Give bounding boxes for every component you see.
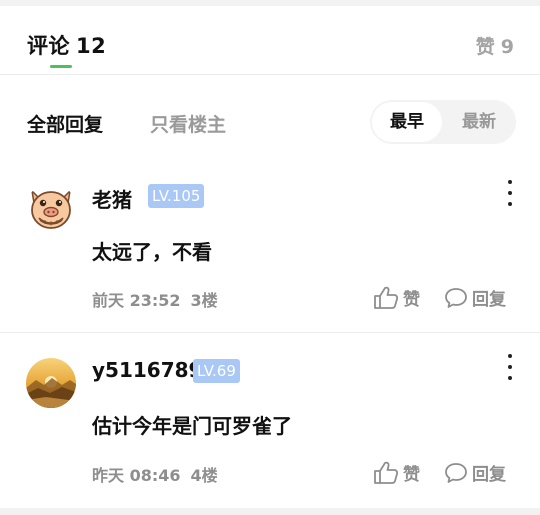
filter-only-op[interactable]: 只看楼主	[150, 110, 226, 137]
avatar[interactable]	[26, 358, 76, 408]
floor-number: 3楼	[190, 291, 218, 310]
comment-item: 老猪 LV.105 太远了，不看 前天 23:52 3楼 赞 回复	[0, 166, 540, 333]
tab-comments-label: 评论	[27, 34, 70, 58]
thumbs-up-icon	[374, 461, 399, 484]
reply-button[interactable]: 回复	[444, 285, 506, 310]
bottom-divider-strip	[0, 508, 540, 515]
more-options-icon[interactable]	[500, 178, 520, 208]
like-label: 赞	[403, 290, 420, 310]
comment-tabs-header: 评论 12 赞9	[0, 6, 540, 75]
tab-likes[interactable]: 赞9	[476, 32, 514, 59]
like-button[interactable]: 赞	[373, 460, 420, 485]
comment-meta: 前天 23:52 3楼	[92, 287, 218, 311]
comment-text: 估计今年是门可罗雀了	[92, 414, 292, 438]
like-label: 赞	[403, 465, 420, 485]
like-button[interactable]: 赞	[373, 285, 420, 310]
comment-time: 前天 23:52	[92, 291, 181, 310]
comment-meta: 昨天 08:46 4楼	[92, 462, 218, 486]
username[interactable]: 老猪	[92, 184, 132, 213]
speech-bubble-icon	[445, 462, 467, 483]
comment-text: 太远了，不看	[92, 240, 212, 264]
sunset-landscape-avatar	[26, 358, 76, 408]
reply-label: 回复	[472, 290, 506, 310]
comment-item: y51167899 LV.69 估计今年是门可罗雀了 昨天 08:46 4楼 赞 …	[0, 334, 540, 506]
filter-row: 全部回复 只看楼主 最早 最新	[0, 76, 540, 166]
tab-comments-count: 12	[76, 34, 107, 58]
avatar[interactable]	[26, 183, 76, 233]
level-badge: LV.69	[193, 359, 240, 383]
filter-all-replies[interactable]: 全部回复	[27, 110, 103, 137]
speech-bubble-icon	[445, 287, 467, 308]
reply-label: 回复	[472, 465, 506, 485]
level-badge: LV.105	[148, 184, 205, 208]
pig-face-icon	[26, 183, 76, 233]
active-tab-indicator	[50, 65, 72, 68]
floor-number: 4楼	[190, 466, 218, 485]
tab-comments[interactable]: 评论 12	[27, 30, 106, 60]
sort-toggle: 最早 最新	[370, 100, 516, 144]
thumbs-up-icon	[374, 286, 399, 309]
sort-latest-button[interactable]: 最新	[444, 102, 514, 142]
tab-likes-label: 赞	[475, 36, 495, 58]
more-options-icon[interactable]	[500, 352, 520, 382]
tab-likes-count: 9	[500, 36, 514, 58]
comment-time: 昨天 08:46	[92, 466, 181, 485]
reply-button[interactable]: 回复	[444, 460, 506, 485]
sort-earliest-button[interactable]: 最早	[372, 102, 442, 142]
